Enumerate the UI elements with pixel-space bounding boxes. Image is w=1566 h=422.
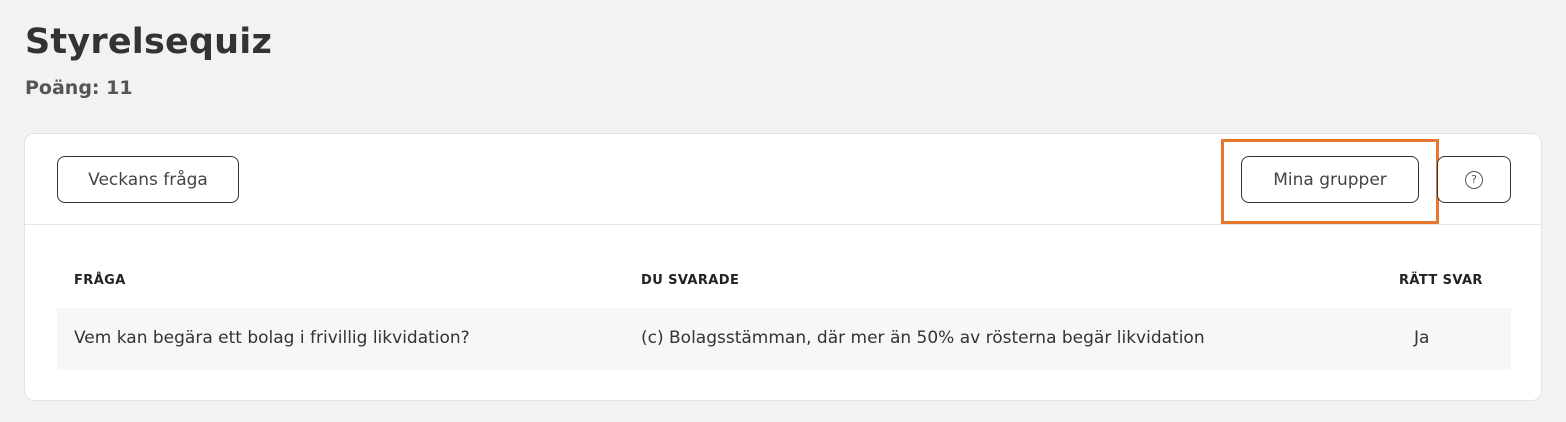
page-title: Styrelsequiz (25, 22, 273, 62)
header-question: FRÅGA (74, 273, 126, 288)
cell-answered: (c) Bolagsstämman, där mer än 50% av rös… (641, 328, 1205, 348)
table-row: Vem kan begära ett bolag i frivillig lik… (57, 308, 1511, 370)
header-correct: RÄTT SVAR (1399, 273, 1483, 288)
cell-correct: Ja (1414, 328, 1430, 348)
help-button[interactable]: ? (1437, 156, 1511, 203)
header-answered: DU SVARADE (641, 273, 740, 288)
question-circle-icon: ? (1465, 170, 1483, 189)
answers-table: FRÅGA DU SVARADE RÄTT SVAR Vem kan begär… (57, 258, 1511, 370)
my-groups-button[interactable]: Mina grupper (1241, 156, 1419, 203)
table-header: FRÅGA DU SVARADE RÄTT SVAR (57, 258, 1511, 308)
score-label: Poäng: 11 (25, 77, 133, 99)
card-toolbar: Veckans fråga Mina grupper ? (25, 134, 1541, 225)
quiz-card: Veckans fråga Mina grupper ? FRÅGA DU SV… (24, 133, 1542, 401)
weekly-question-button[interactable]: Veckans fråga (57, 156, 239, 203)
cell-question: Vem kan begära ett bolag i frivillig lik… (74, 328, 470, 348)
